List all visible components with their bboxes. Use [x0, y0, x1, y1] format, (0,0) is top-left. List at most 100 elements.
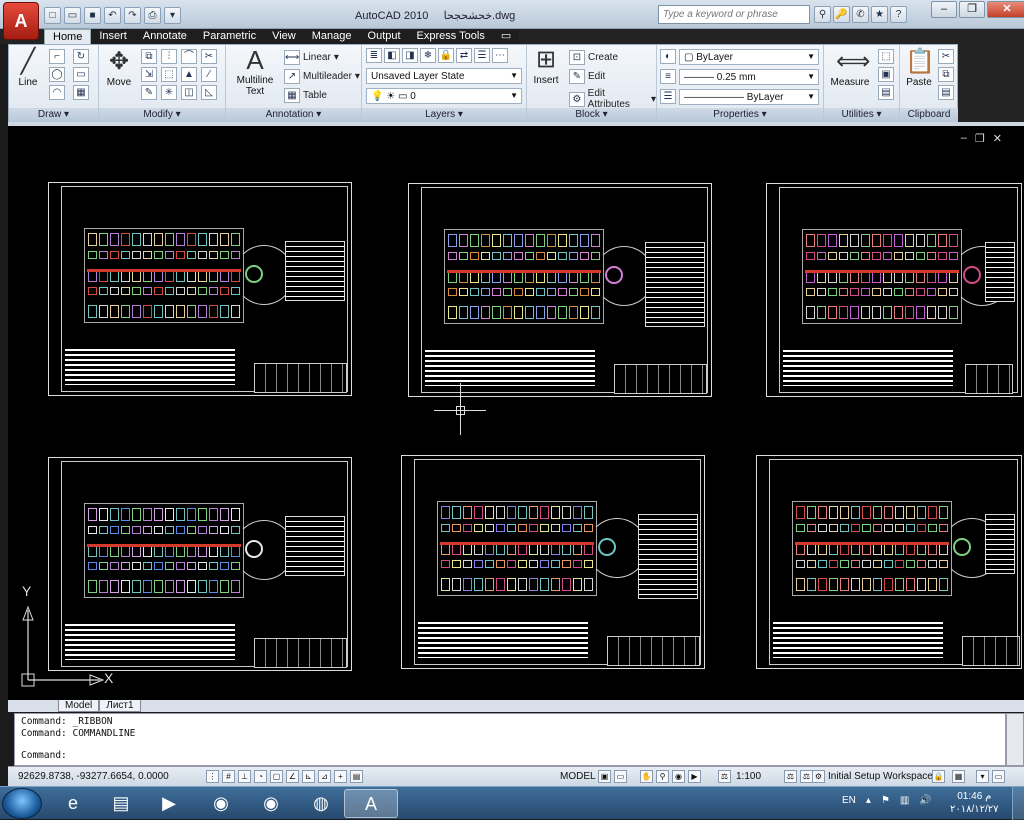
workspace-switcher[interactable]: Initial Setup Workspace: [828, 771, 933, 782]
snap-icon[interactable]: ⋮: [206, 770, 219, 783]
tab-manage[interactable]: Manage: [304, 29, 360, 44]
match-icon[interactable]: ▤: [938, 85, 954, 100]
command-prompt[interactable]: Command:: [21, 750, 999, 762]
binoculars-icon[interactable]: ⚲: [814, 6, 831, 23]
lineweight-dropdown[interactable]: ——— 0.25 mm ▼: [679, 69, 819, 85]
line-button[interactable]: ╱ Line: [13, 49, 43, 89]
layers-panel-label[interactable]: Layers ▾: [362, 108, 526, 122]
multiline-text-button[interactable]: A Multiline Text: [230, 47, 280, 97]
otrack-icon[interactable]: ∠: [286, 770, 299, 783]
tab-home[interactable]: Home: [44, 29, 92, 44]
zoom-icon[interactable]: ⚲: [656, 770, 669, 783]
tab-view[interactable]: View: [264, 29, 304, 44]
autocad-taskbar-icon[interactable]: A: [344, 789, 398, 818]
paste-button[interactable]: 📋 Paste: [904, 49, 935, 89]
properties-panel-label[interactable]: Properties ▾: [657, 108, 823, 122]
insert-button[interactable]: ⊞ Insert: [531, 47, 561, 87]
fillet-icon[interactable]: ⌒: [181, 49, 197, 64]
stretch-icon[interactable]: ⇲: [141, 67, 157, 82]
chrome-icon[interactable]: ◉: [194, 789, 248, 818]
ortho-icon[interactable]: ⊥: [238, 770, 251, 783]
application-menu-button[interactable]: A: [3, 2, 39, 40]
circle-icon[interactable]: ◯: [49, 67, 65, 82]
lineweight-icon[interactable]: ≡: [660, 69, 676, 84]
flag-icon[interactable]: ⚑: [881, 795, 890, 806]
ducs-icon[interactable]: ⊾: [302, 770, 315, 783]
tab-model[interactable]: Model: [58, 700, 100, 712]
layer-state-dropdown[interactable]: Unsaved Layer State ▼: [366, 68, 522, 84]
qat-dropdown-icon[interactable]: ▾: [164, 6, 181, 24]
utilities-panel-label[interactable]: Utilities ▾: [824, 108, 899, 122]
layer-more-icon[interactable]: ⋯: [492, 48, 508, 63]
multileader-button[interactable]: ↗ Multileader ▾: [284, 69, 360, 84]
help-icon[interactable]: ?: [890, 6, 907, 23]
volume-icon[interactable]: 🔊: [919, 795, 931, 806]
annotation-scale-value[interactable]: 1:100: [736, 771, 761, 782]
layer-properties-icon[interactable]: ≣: [366, 48, 382, 63]
ie-icon[interactable]: e: [46, 789, 100, 818]
doc-close-icon[interactable]: ✕: [993, 132, 1002, 145]
layer-walk-icon[interactable]: ☰: [474, 48, 490, 63]
minimize-icon[interactable]: –: [931, 1, 957, 18]
rotate-icon[interactable]: ↻: [73, 49, 89, 64]
show-desktop-button[interactable]: [1012, 787, 1024, 820]
tray-arrow-icon[interactable]: ▴: [866, 795, 871, 806]
measure-button[interactable]: ⟺ Measure: [828, 49, 872, 89]
linetype-dropdown[interactable]: —————— ByLayer ▼: [679, 89, 819, 105]
chrome2-icon[interactable]: ◉: [244, 789, 298, 818]
layer-lock-icon[interactable]: 🔒: [438, 48, 454, 63]
start-button[interactable]: [2, 788, 42, 819]
media-player-icon[interactable]: ▶: [142, 789, 196, 818]
linetype-icon[interactable]: ☰: [660, 89, 676, 104]
tab-output[interactable]: Output: [360, 29, 409, 44]
doc-restore-icon[interactable]: ❐: [975, 132, 985, 145]
clock[interactable]: 01:46 م ۲۰۱۸/۱۲/۲۷: [950, 790, 999, 816]
quick-select-icon[interactable]: ⬚: [878, 49, 894, 64]
save-icon[interactable]: ■: [84, 6, 101, 24]
copy-clip-icon[interactable]: ⧉: [938, 67, 954, 82]
close-icon[interactable]: ✕: [987, 1, 1024, 18]
layout2-icon[interactable]: ▭: [614, 770, 627, 783]
doc-minimize-icon[interactable]: –: [961, 132, 967, 145]
array-icon[interactable]: ▲: [181, 67, 197, 82]
arc-icon[interactable]: ◠: [49, 85, 65, 100]
linear-dimension-button[interactable]: ⟷ Linear ▾: [284, 50, 339, 65]
block-panel-label[interactable]: Block ▾: [527, 108, 656, 122]
communication-icon[interactable]: ✆: [852, 6, 869, 23]
draw-panel-label[interactable]: Draw ▾: [9, 108, 98, 122]
layer-off-icon[interactable]: ◨: [402, 48, 418, 63]
undo-icon[interactable]: ↶: [104, 6, 121, 24]
offset-icon[interactable]: ◫: [181, 85, 197, 100]
redo-icon[interactable]: ↷: [124, 6, 141, 24]
layout-icon[interactable]: ▣: [598, 770, 611, 783]
osnap-icon[interactable]: ▢: [270, 770, 283, 783]
tab-insert[interactable]: Insert: [91, 29, 135, 44]
layer-dropdown[interactable]: 💡 ☀ ▭ 0 ▼: [366, 88, 522, 104]
command-window[interactable]: Command: _RIBBON Command: COMMANDLINE Co…: [14, 713, 1006, 766]
create-block-button[interactable]: ⊡ Create: [569, 50, 618, 65]
new-icon[interactable]: □: [44, 6, 61, 24]
hatch-icon[interactable]: ▦: [73, 85, 89, 100]
mirror-icon[interactable]: ⫶: [161, 49, 177, 64]
annotation-panel-label[interactable]: Annotation ▾: [226, 108, 361, 122]
search-input[interactable]: Type a keyword or phrase: [658, 5, 810, 24]
grid-icon[interactable]: #: [222, 770, 235, 783]
chamfer-icon[interactable]: ◺: [201, 85, 217, 100]
tab-express-tools[interactable]: Express Tools: [409, 29, 493, 44]
hardware-accel-icon[interactable]: ▦: [952, 770, 965, 783]
restore-icon[interactable]: ❐: [959, 1, 985, 18]
polar-icon[interactable]: ◔: [254, 770, 267, 783]
edit-block-button[interactable]: ✎ Edit: [569, 69, 605, 84]
tab-parametric[interactable]: Parametric: [195, 29, 264, 44]
explorer-icon[interactable]: ▤: [94, 789, 148, 818]
table-button[interactable]: ▦ Table: [284, 88, 327, 103]
coordinates-readout[interactable]: 92629.8738, -93277.6654, 0.0000: [18, 771, 169, 782]
command-scrollbar[interactable]: [1006, 713, 1024, 766]
erase-icon[interactable]: ✎: [141, 85, 157, 100]
clipboard-panel-label[interactable]: Clipboard: [900, 108, 958, 122]
layer-isolate-icon[interactable]: ◧: [384, 48, 400, 63]
rectangle-icon[interactable]: ▭: [73, 67, 89, 82]
cut-icon[interactable]: ✂: [938, 49, 954, 64]
lwt-icon[interactable]: +: [334, 770, 347, 783]
layer-freeze-icon[interactable]: ❄: [420, 48, 436, 63]
